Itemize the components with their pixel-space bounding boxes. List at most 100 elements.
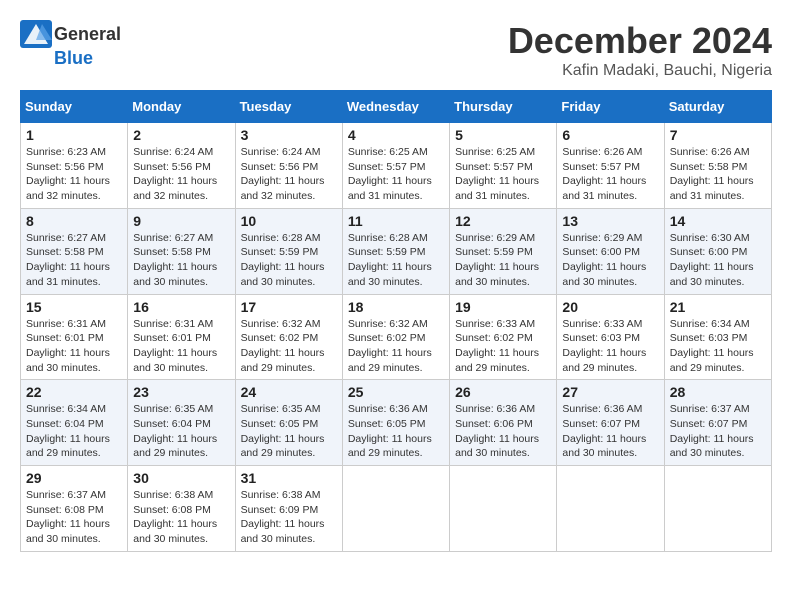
day-info: Sunrise: 6:37 AM Sunset: 6:08 PM Dayligh…	[26, 488, 122, 547]
page-header: General Blue December 2024 Kafin Madaki,…	[20, 20, 772, 80]
day-info: Sunrise: 6:30 AM Sunset: 6:00 PM Dayligh…	[670, 231, 766, 290]
calendar-cell	[557, 466, 664, 552]
weekday-header-friday: Friday	[557, 91, 664, 123]
day-info: Sunrise: 6:29 AM Sunset: 5:59 PM Dayligh…	[455, 231, 551, 290]
calendar-cell: 23 Sunrise: 6:35 AM Sunset: 6:04 PM Dayli…	[128, 380, 235, 466]
calendar-cell: 13Sunrise: 6:29 AM Sunset: 6:00 PM Dayli…	[557, 208, 664, 294]
day-info: Sunrise: 6:27 AM Sunset: 5:58 PM Dayligh…	[133, 231, 229, 290]
day-number: 17	[241, 299, 337, 315]
day-number: 11	[348, 213, 444, 229]
day-number: 3	[241, 127, 337, 143]
calendar-cell: 5 Sunrise: 6:25 AM Sunset: 5:57 PM Daylig…	[450, 123, 557, 209]
day-info: Sunrise: 6:28 AM Sunset: 5:59 PM Dayligh…	[241, 231, 337, 290]
calendar-cell: 1Sunrise: 6:23 AM Sunset: 5:56 PM Daylig…	[21, 123, 128, 209]
day-number: 2	[133, 127, 229, 143]
weekday-header-tuesday: Tuesday	[235, 91, 342, 123]
day-number: 4	[348, 127, 444, 143]
weekday-header-wednesday: Wednesday	[342, 91, 449, 123]
location: Kafin Madaki, Bauchi, Nigeria	[508, 62, 772, 80]
month-title: December 2024	[508, 20, 772, 62]
day-number: 12	[455, 213, 551, 229]
calendar-week-1: 1Sunrise: 6:23 AM Sunset: 5:56 PM Daylig…	[21, 123, 772, 209]
calendar-cell: 28 Sunrise: 6:37 AM Sunset: 6:07 PM Dayli…	[664, 380, 771, 466]
calendar-cell: 10Sunrise: 6:28 AM Sunset: 5:59 PM Dayli…	[235, 208, 342, 294]
day-number: 23	[133, 384, 229, 400]
calendar-cell: 24 Sunrise: 6:35 AM Sunset: 6:05 PM Dayli…	[235, 380, 342, 466]
calendar-cell: 11Sunrise: 6:28 AM Sunset: 5:59 PM Dayli…	[342, 208, 449, 294]
day-number: 16	[133, 299, 229, 315]
calendar-cell	[450, 466, 557, 552]
logo-general-text: General	[54, 24, 121, 45]
calendar-cell: 9 Sunrise: 6:27 AM Sunset: 5:58 PM Daylig…	[128, 208, 235, 294]
day-info: Sunrise: 6:35 AM Sunset: 6:04 PM Dayligh…	[133, 402, 229, 461]
calendar-cell	[342, 466, 449, 552]
day-info: Sunrise: 6:32 AM Sunset: 6:02 PM Dayligh…	[241, 317, 337, 376]
day-number: 14	[670, 213, 766, 229]
weekday-header-saturday: Saturday	[664, 91, 771, 123]
day-number: 15	[26, 299, 122, 315]
calendar-cell: 4Sunrise: 6:25 AM Sunset: 5:57 PM Daylig…	[342, 123, 449, 209]
day-number: 31	[241, 470, 337, 486]
day-number: 9	[133, 213, 229, 229]
calendar-cell: 19 Sunrise: 6:33 AM Sunset: 6:02 PM Dayli…	[450, 294, 557, 380]
day-info: Sunrise: 6:34 AM Sunset: 6:04 PM Dayligh…	[26, 402, 122, 461]
calendar-cell: 25 Sunrise: 6:36 AM Sunset: 6:05 PM Dayli…	[342, 380, 449, 466]
day-number: 20	[562, 299, 658, 315]
logo-icon	[20, 20, 52, 48]
logo: General Blue	[20, 20, 121, 69]
day-info: Sunrise: 6:25 AM Sunset: 5:57 PM Dayligh…	[455, 145, 551, 204]
day-number: 19	[455, 299, 551, 315]
day-info: Sunrise: 6:29 AM Sunset: 6:00 PM Dayligh…	[562, 231, 658, 290]
calendar-week-3: 15 Sunrise: 6:31 AM Sunset: 6:01 PM Dayli…	[21, 294, 772, 380]
calendar-cell: 3Sunrise: 6:24 AM Sunset: 5:56 PM Daylig…	[235, 123, 342, 209]
day-info: Sunrise: 6:36 AM Sunset: 6:07 PM Dayligh…	[562, 402, 658, 461]
day-number: 7	[670, 127, 766, 143]
day-info: Sunrise: 6:23 AM Sunset: 5:56 PM Dayligh…	[26, 145, 122, 204]
weekday-header-sunday: Sunday	[21, 91, 128, 123]
calendar-cell: 14 Sunrise: 6:30 AM Sunset: 6:00 PM Dayli…	[664, 208, 771, 294]
calendar-cell: 29 Sunrise: 6:37 AM Sunset: 6:08 PM Dayli…	[21, 466, 128, 552]
day-info: Sunrise: 6:37 AM Sunset: 6:07 PM Dayligh…	[670, 402, 766, 461]
day-number: 18	[348, 299, 444, 315]
weekday-header-thursday: Thursday	[450, 91, 557, 123]
calendar-cell: 2 Sunrise: 6:24 AM Sunset: 5:56 PM Daylig…	[128, 123, 235, 209]
day-info: Sunrise: 6:32 AM Sunset: 6:02 PM Dayligh…	[348, 317, 444, 376]
day-number: 27	[562, 384, 658, 400]
day-number: 30	[133, 470, 229, 486]
calendar-cell: 22Sunrise: 6:34 AM Sunset: 6:04 PM Dayli…	[21, 380, 128, 466]
calendar-week-4: 22Sunrise: 6:34 AM Sunset: 6:04 PM Dayli…	[21, 380, 772, 466]
calendar-cell: 8 Sunrise: 6:27 AM Sunset: 5:58 PM Daylig…	[21, 208, 128, 294]
calendar-cell: 27 Sunrise: 6:36 AM Sunset: 6:07 PM Dayli…	[557, 380, 664, 466]
day-info: Sunrise: 6:35 AM Sunset: 6:05 PM Dayligh…	[241, 402, 337, 461]
day-info: Sunrise: 6:26 AM Sunset: 5:58 PM Dayligh…	[670, 145, 766, 204]
calendar-cell: 31 Sunrise: 6:38 AM Sunset: 6:09 PM Dayli…	[235, 466, 342, 552]
calendar-table: SundayMondayTuesdayWednesdayThursdayFrid…	[20, 90, 772, 552]
calendar-cell: 18 Sunrise: 6:32 AM Sunset: 6:02 PM Dayli…	[342, 294, 449, 380]
day-info: Sunrise: 6:26 AM Sunset: 5:57 PM Dayligh…	[562, 145, 658, 204]
day-info: Sunrise: 6:36 AM Sunset: 6:05 PM Dayligh…	[348, 402, 444, 461]
day-info: Sunrise: 6:34 AM Sunset: 6:03 PM Dayligh…	[670, 317, 766, 376]
day-number: 24	[241, 384, 337, 400]
day-number: 21	[670, 299, 766, 315]
day-number: 8	[26, 213, 122, 229]
day-info: Sunrise: 6:38 AM Sunset: 6:09 PM Dayligh…	[241, 488, 337, 547]
day-info: Sunrise: 6:31 AM Sunset: 6:01 PM Dayligh…	[26, 317, 122, 376]
calendar-week-5: 29 Sunrise: 6:37 AM Sunset: 6:08 PM Dayli…	[21, 466, 772, 552]
day-number: 28	[670, 384, 766, 400]
day-number: 25	[348, 384, 444, 400]
day-number: 6	[562, 127, 658, 143]
day-number: 29	[26, 470, 122, 486]
calendar-cell: 7 Sunrise: 6:26 AM Sunset: 5:58 PM Daylig…	[664, 123, 771, 209]
calendar-cell: 17 Sunrise: 6:32 AM Sunset: 6:02 PM Dayli…	[235, 294, 342, 380]
day-info: Sunrise: 6:27 AM Sunset: 5:58 PM Dayligh…	[26, 231, 122, 290]
day-info: Sunrise: 6:33 AM Sunset: 6:02 PM Dayligh…	[455, 317, 551, 376]
calendar-cell: 26Sunrise: 6:36 AM Sunset: 6:06 PM Dayli…	[450, 380, 557, 466]
day-number: 26	[455, 384, 551, 400]
day-info: Sunrise: 6:24 AM Sunset: 5:56 PM Dayligh…	[133, 145, 229, 204]
day-number: 5	[455, 127, 551, 143]
calendar-cell: 20Sunrise: 6:33 AM Sunset: 6:03 PM Dayli…	[557, 294, 664, 380]
calendar-cell: 6 Sunrise: 6:26 AM Sunset: 5:57 PM Daylig…	[557, 123, 664, 209]
calendar-header-row: SundayMondayTuesdayWednesdayThursdayFrid…	[21, 91, 772, 123]
day-info: Sunrise: 6:31 AM Sunset: 6:01 PM Dayligh…	[133, 317, 229, 376]
weekday-header-monday: Monday	[128, 91, 235, 123]
